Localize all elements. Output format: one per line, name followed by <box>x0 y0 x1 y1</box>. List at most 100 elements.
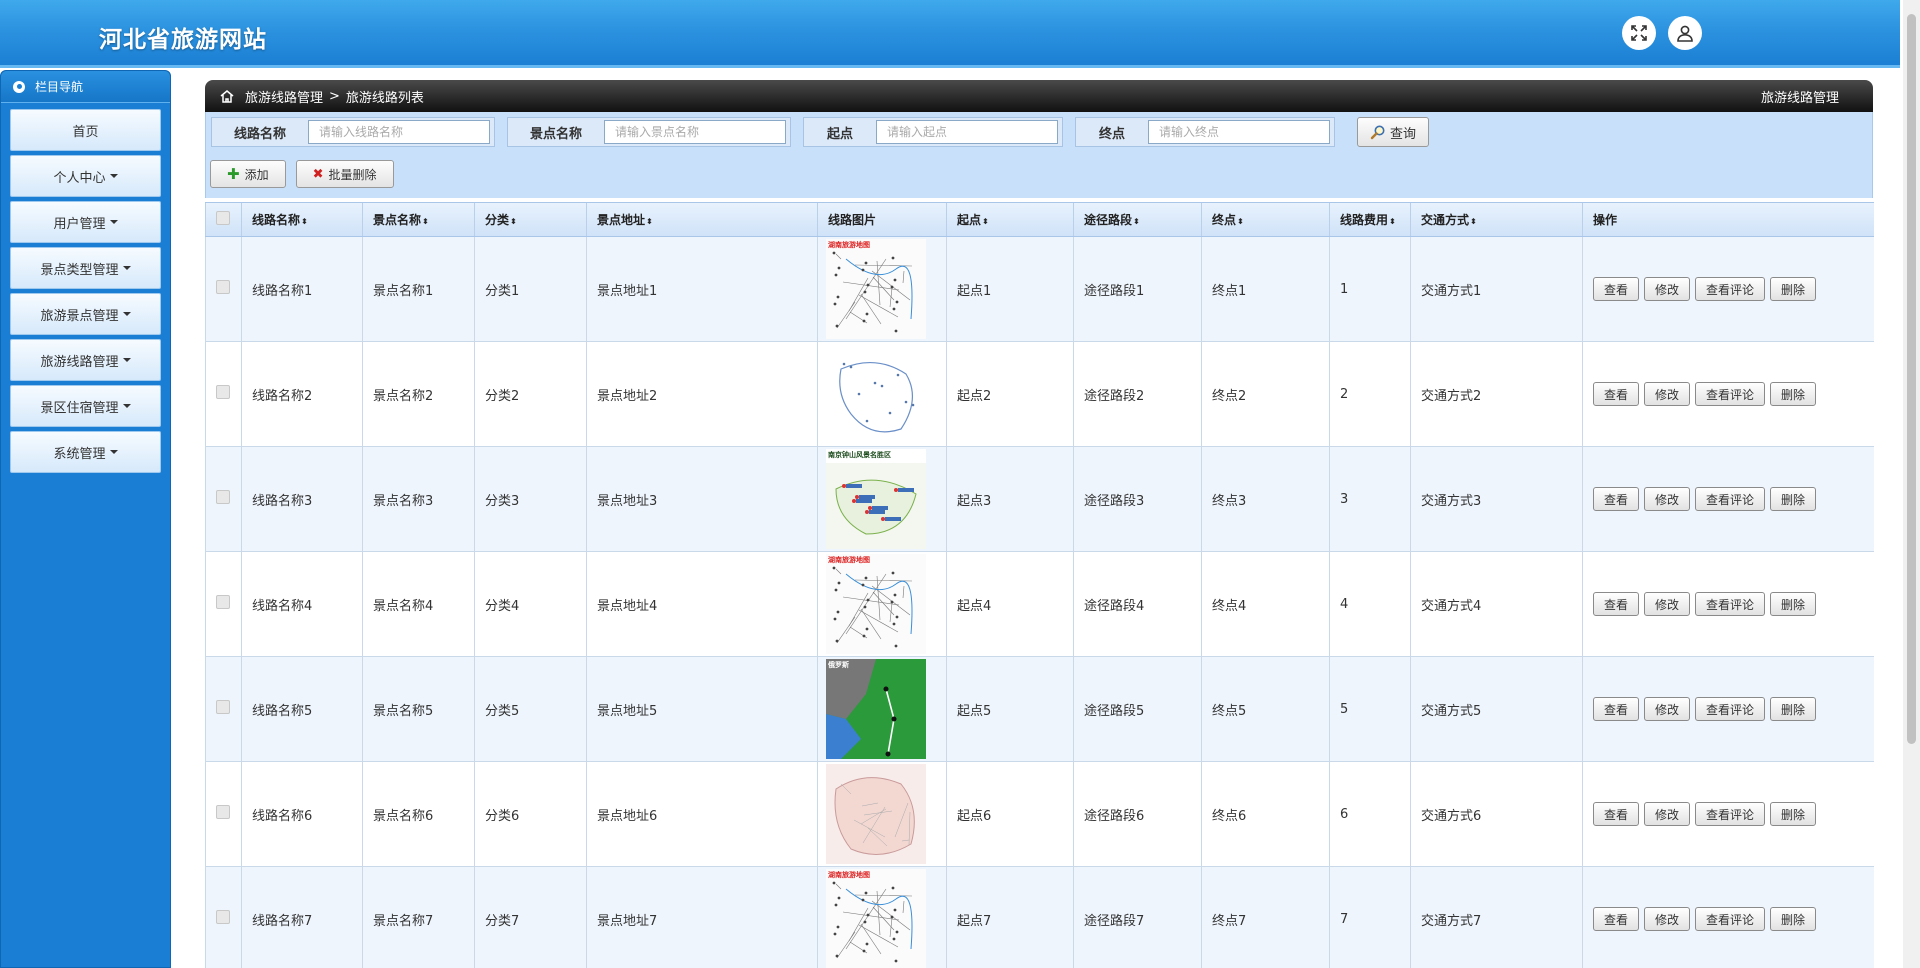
delete-button[interactable]: 删除 <box>1770 382 1817 406</box>
row-select-cell <box>205 341 242 447</box>
column-header-5[interactable]: 起点⬍ <box>946 202 1074 237</box>
delete-button[interactable]: 删除 <box>1770 592 1817 616</box>
edit-button[interactable]: 修改 <box>1644 277 1691 301</box>
cell-category: 分类7 <box>474 866 587 968</box>
select-all-checkbox[interactable] <box>216 211 230 225</box>
delete-button[interactable]: 删除 <box>1770 802 1817 826</box>
route-image[interactable]: 俄罗斯 <box>826 659 926 759</box>
route-image[interactable]: 湖南旅游地图 <box>826 869 926 968</box>
route-image-cell: 湖南旅游地图 <box>817 551 947 657</box>
edit-button[interactable]: 修改 <box>1644 592 1691 616</box>
sidebar-item-3[interactable]: 景点类型管理 <box>10 247 161 289</box>
sidebar-item-5[interactable]: 旅游线路管理 <box>10 339 161 381</box>
route-image[interactable] <box>826 344 926 444</box>
filter-input-1[interactable] <box>604 120 786 144</box>
cell-route: 线路名称4 <box>241 551 363 657</box>
edit-button[interactable]: 修改 <box>1644 487 1691 511</box>
route-image[interactable]: 湖南旅游地图 <box>826 239 926 339</box>
delete-button[interactable]: 删除 <box>1770 697 1817 721</box>
column-header-8[interactable]: 线路费用⬍ <box>1329 202 1411 237</box>
sidebar-item-7[interactable]: 系统管理 <box>10 431 161 473</box>
cell-cost: 5 <box>1329 656 1411 762</box>
delete-button[interactable]: 删除 <box>1770 277 1817 301</box>
filter-input-0[interactable] <box>308 120 490 144</box>
view-button[interactable]: 查看 <box>1593 697 1640 721</box>
sort-icon: ⬍ <box>510 217 517 226</box>
edit-button[interactable]: 修改 <box>1644 802 1691 826</box>
column-header-9[interactable]: 交通方式⬍ <box>1410 202 1583 237</box>
row-checkbox[interactable] <box>216 490 230 504</box>
table-body: 线路名称1 景点名称1 分类1 景点地址1 湖南旅游地图 起点1 途径路段1 终点1 1 交通方式… <box>205 236 1874 968</box>
home-icon[interactable] <box>219 88 235 104</box>
fullscreen-icon[interactable] <box>1622 16 1656 50</box>
cell-start: 起点7 <box>946 866 1074 968</box>
edit-button[interactable]: 修改 <box>1644 697 1691 721</box>
view-button[interactable]: 查看 <box>1593 907 1640 931</box>
route-table: 线路名称⬍ 景点名称⬍ 分类⬍ 景点地址⬍ 线路图片 起点⬍ 途径路段⬍ 终点⬍ 线路费用⬍ 交通… <box>205 202 1874 968</box>
edit-button[interactable]: 修改 <box>1644 907 1691 931</box>
add-button[interactable]: ✚ 添加 <box>210 160 286 188</box>
sort-icon: ⬍ <box>1470 217 1477 226</box>
cell-route: 线路名称7 <box>241 866 363 968</box>
breadcrumb-parent[interactable]: 旅游线路管理 <box>245 87 323 106</box>
view-button[interactable]: 查看 <box>1593 487 1640 511</box>
column-header-label: 操作 <box>1593 213 1618 227</box>
route-map-image <box>826 764 926 864</box>
row-checkbox[interactable] <box>216 595 230 609</box>
sidebar-item-label: 个人中心 <box>53 170 106 186</box>
sidebar-item-1[interactable]: 个人中心 <box>10 155 161 197</box>
user-icon[interactable] <box>1668 16 1702 50</box>
view-comments-button[interactable]: 查看评论 <box>1695 802 1766 826</box>
row-checkbox[interactable] <box>216 280 230 294</box>
filter-input-2[interactable] <box>876 120 1058 144</box>
route-image[interactable]: 湖南旅游地图 <box>826 554 926 654</box>
search-button[interactable]: 查询 <box>1357 117 1430 147</box>
view-comments-button[interactable]: 查看评论 <box>1695 907 1766 931</box>
row-checkbox[interactable] <box>216 805 230 819</box>
row-checkbox[interactable] <box>216 910 230 924</box>
edit-button[interactable]: 修改 <box>1644 382 1691 406</box>
column-header-0[interactable]: 线路名称⬍ <box>241 202 363 237</box>
sidebar-item-2[interactable]: 用户管理 <box>10 201 161 243</box>
view-comments-button[interactable]: 查看评论 <box>1695 487 1766 511</box>
view-comments-button[interactable]: 查看评论 <box>1695 382 1766 406</box>
cell-route: 线路名称6 <box>241 761 363 867</box>
route-image-cell: 湖南旅游地图 <box>817 236 947 342</box>
filter-input-3[interactable] <box>1148 120 1330 144</box>
sidebar-item-4[interactable]: 旅游景点管理 <box>10 293 161 335</box>
view-button[interactable]: 查看 <box>1593 802 1640 826</box>
row-select-cell <box>205 551 242 657</box>
row-actions: 查看 修改 查看评论 删除 <box>1593 592 1874 616</box>
view-comments-button[interactable]: 查看评论 <box>1695 277 1766 301</box>
row-checkbox[interactable] <box>216 385 230 399</box>
delete-button[interactable]: 删除 <box>1770 487 1817 511</box>
sidebar-item-0[interactable]: 首页 <box>10 109 161 151</box>
sidebar-item-6[interactable]: 景区住宿管理 <box>10 385 161 427</box>
view-button[interactable]: 查看 <box>1593 382 1640 406</box>
image-caption: 南京钟山风景名胜区 <box>828 451 891 459</box>
delete-button[interactable]: 删除 <box>1770 907 1817 931</box>
cell-via: 途径路段3 <box>1073 446 1202 552</box>
scrollbar-thumb[interactable] <box>1907 14 1916 744</box>
route-image[interactable] <box>826 764 926 864</box>
sidebar-title: 栏目导航 <box>1 71 170 103</box>
route-map-image <box>826 659 926 759</box>
column-header-3[interactable]: 景点地址⬍ <box>586 202 818 237</box>
sidebar-item-label: 景区住宿管理 <box>40 400 119 416</box>
cell-start: 起点3 <box>946 446 1074 552</box>
column-header-1[interactable]: 景点名称⬍ <box>362 202 475 237</box>
cell-spot: 景点名称2 <box>362 341 475 447</box>
route-image[interactable]: 南京钟山风景名胜区 <box>826 449 926 549</box>
cell-category: 分类1 <box>474 236 587 342</box>
batch-delete-button[interactable]: ✖ 批量删除 <box>295 160 394 188</box>
column-header-7[interactable]: 终点⬍ <box>1201 202 1330 237</box>
view-button[interactable]: 查看 <box>1593 277 1640 301</box>
view-comments-button[interactable]: 查看评论 <box>1695 592 1766 616</box>
column-header-6[interactable]: 途径路段⬍ <box>1073 202 1202 237</box>
view-button[interactable]: 查看 <box>1593 592 1640 616</box>
vertical-scrollbar[interactable] <box>1903 0 1920 968</box>
view-comments-button[interactable]: 查看评论 <box>1695 697 1766 721</box>
row-select-cell <box>205 866 242 968</box>
column-header-2[interactable]: 分类⬍ <box>474 202 587 237</box>
row-checkbox[interactable] <box>216 700 230 714</box>
